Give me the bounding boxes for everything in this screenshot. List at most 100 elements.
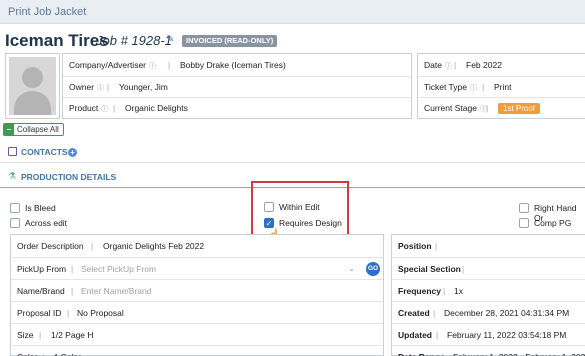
ticket-type-row: Ticket Type ⓘ | Print — [418, 76, 585, 96]
size-value: 1/2 Page H — [51, 330, 94, 340]
go-button[interactable]: GO — [366, 262, 380, 276]
current-stage-row: Current Stage ⓘ | 1st Proof — [418, 97, 585, 117]
separator: | — [454, 60, 457, 70]
edit-pencil-icon[interactable]: ✎ — [166, 35, 176, 45]
across-edit-checkbox[interactable] — [10, 218, 20, 228]
separator: | — [91, 241, 94, 251]
top-bar: Print Job Jacket — [0, 0, 585, 24]
info-icon: ⓘ — [470, 85, 477, 92]
summary-left-panel: Company/Advertiser ⓘ | Bobby Drake (Icema… — [62, 53, 412, 119]
separator: | — [436, 330, 439, 340]
separator: | — [482, 82, 485, 92]
date-range-label: Date Range — [398, 346, 445, 356]
separator: | — [442, 346, 444, 356]
avatar-body-shape — [14, 91, 51, 115]
owner-label: Owner ⓘ — [69, 82, 105, 92]
is-bleed-checkbox[interactable] — [10, 203, 20, 213]
size-row: Size | 1/2 Page H — [11, 323, 383, 345]
owner-row: Owner ⓘ | Younger, Jim — [63, 76, 411, 96]
separator: | — [486, 103, 489, 113]
separator: | — [168, 60, 171, 70]
date-range-value: February 1, 2022 - February 1, 2022 — [453, 346, 585, 356]
separator: | — [433, 308, 436, 318]
color-row: Color | 4-Color — [11, 345, 383, 356]
minus-icon: − — [4, 124, 14, 135]
product-row: Product ⓘ | Organic Delights — [63, 97, 411, 117]
current-stage-label: Current Stage ⓘ — [424, 103, 487, 113]
collapse-all-button[interactable]: − Collapse All — [3, 123, 64, 136]
company-label: Company/Advertiser ⓘ — [69, 60, 157, 70]
page-title: Print Job Jacket — [8, 6, 87, 18]
comp-pg-checkbox[interactable] — [519, 218, 529, 228]
special-section-label: Special Section — [398, 264, 461, 274]
section-divider — [0, 162, 585, 163]
contacts-section-header[interactable]: CONTACTS — [21, 147, 68, 157]
separator: | — [107, 82, 110, 92]
separator: | — [435, 241, 438, 251]
info-icon: ⓘ — [97, 85, 105, 92]
name-brand-label: Name/Brand — [17, 286, 65, 296]
stage-badge: 1st Proof — [498, 103, 541, 114]
updated-label: Updated — [398, 330, 432, 340]
name-brand-row: Name/Brand | Enter Name/Brand — [11, 279, 383, 301]
company-value: Bobby Drake (Iceman Tires) — [180, 60, 286, 70]
name-brand-input[interactable]: Enter Name/Brand — [81, 280, 151, 302]
avatar-frame — [5, 53, 60, 119]
date-value: Feb 2022 — [466, 60, 502, 70]
info-icon: ⓘ — [101, 106, 109, 113]
pickup-from-select[interactable]: Select PickUp From — [81, 258, 156, 280]
summary-right-panel: Date ⓘ | Feb 2022 Ticket Type ⓘ | Print Cu… — [417, 53, 585, 119]
owner-value: Younger, Jim — [119, 82, 168, 92]
company-row: Company/Advertiser ⓘ | Bobby Drake (Icema… — [63, 55, 411, 75]
production-details-header[interactable]: PRODUCTION DETAILS — [21, 172, 116, 182]
created-value: December 28, 2021 04:31:34 PM — [444, 308, 570, 318]
collapse-all-label: Collapse All — [17, 125, 59, 134]
order-description-label: Order Description — [17, 241, 84, 251]
frequency-row: Frequency | 1x — [392, 279, 585, 301]
separator: | — [71, 264, 74, 274]
placement-details-form: Position | Special Section | Frequency |… — [391, 234, 585, 356]
separator: | — [39, 330, 42, 340]
proposal-id-label: Proposal ID — [17, 308, 62, 318]
special-section-row: Special Section | — [392, 257, 585, 279]
comp-pg-label: Comp PG — [534, 218, 572, 228]
size-label: Size — [17, 330, 34, 340]
separator: | — [42, 346, 44, 356]
position-label: Position — [398, 241, 432, 251]
frequency-value: 1x — [454, 286, 463, 296]
color-value: 4-Color — [53, 346, 81, 356]
current-stage-value: 1st Proof — [498, 98, 541, 118]
date-row: Date ⓘ | Feb 2022 — [418, 55, 585, 75]
info-icon: ⓘ — [149, 63, 157, 70]
add-contact-icon[interactable]: + — [68, 148, 77, 157]
order-description-row: Order Description | Organic Delights Feb… — [11, 235, 383, 257]
separator: | — [443, 286, 446, 296]
order-description-value: Organic Delights Feb 2022 — [103, 241, 205, 251]
frequency-label: Frequency — [398, 286, 441, 296]
chevron-down-icon[interactable]: ⌄ — [348, 258, 355, 280]
avatar-head-shape — [22, 67, 43, 88]
is-bleed-label: Is Bleed — [25, 203, 56, 213]
created-label: Created — [398, 308, 430, 318]
separator: | — [113, 103, 116, 113]
separator: | — [462, 264, 465, 274]
ticket-type-label: Ticket Type ⓘ — [424, 82, 477, 92]
product-label: Product ⓘ — [69, 103, 109, 113]
right-hand-checkbox[interactable] — [519, 203, 529, 213]
pickup-from-label: PickUp From — [17, 264, 67, 274]
color-label: Color — [17, 346, 37, 356]
order-details-form: Order Description | Organic Delights Feb… — [10, 234, 384, 356]
proposal-id-row: Proposal ID | No Proposal — [11, 301, 383, 323]
across-edit-label: Across edit — [25, 218, 68, 228]
date-label: Date ⓘ — [424, 60, 452, 70]
contacts-icon — [8, 147, 17, 156]
client-name: Iceman Tires — [5, 31, 109, 50]
flask-icon: ⚗ — [8, 171, 17, 181]
pickup-from-row: PickUp From | Select PickUp From ⌄ GO — [11, 257, 383, 279]
job-number[interactable]: Job # 1928-1 — [96, 33, 172, 48]
proposal-id-value: No Proposal — [77, 308, 124, 318]
created-row: Created | December 28, 2021 04:31:34 PM — [392, 301, 585, 323]
date-range-row: Date Range | February 1, 2022 - February… — [392, 345, 585, 356]
updated-value: February 11, 2022 03:54:18 PM — [447, 330, 567, 340]
avatar — [9, 57, 56, 115]
